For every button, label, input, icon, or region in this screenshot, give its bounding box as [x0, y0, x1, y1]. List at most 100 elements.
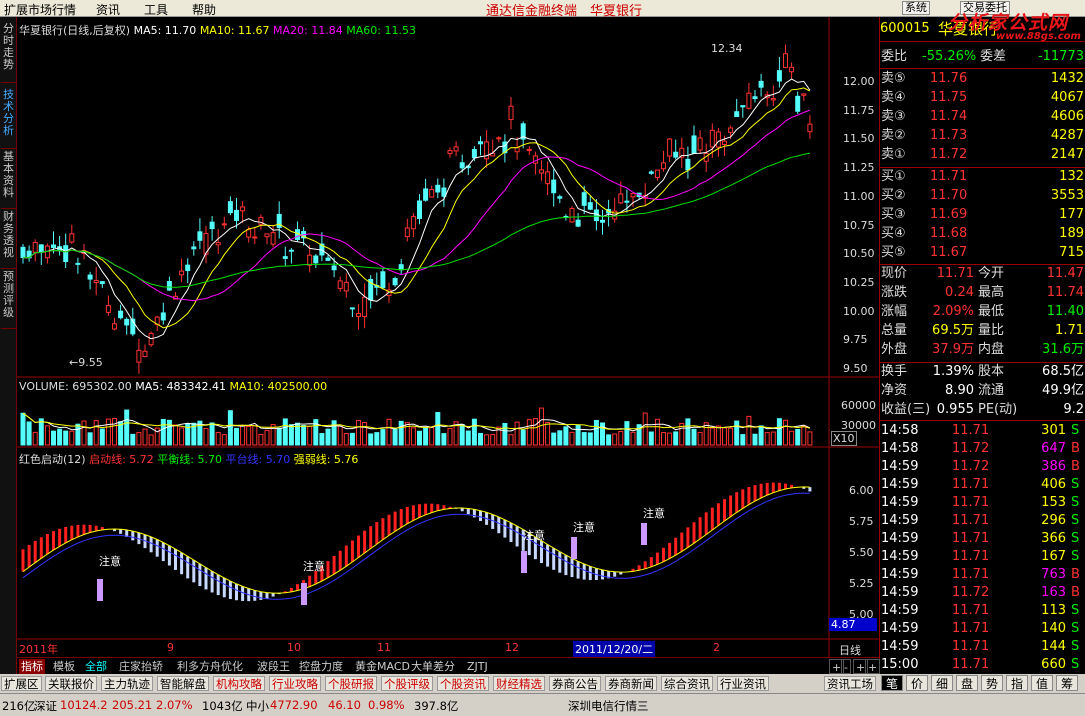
- tick-side: S: [1071, 495, 1080, 510]
- link-13[interactable]: 行业资讯: [717, 676, 769, 691]
- system-button[interactable]: 系统: [902, 1, 930, 15]
- zoom-button-1[interactable]: -: [841, 659, 851, 674]
- menu-news[interactable]: 资讯: [96, 1, 120, 18]
- tick-price: 11.72: [952, 585, 990, 600]
- status-sz-pct: 2.07%: [156, 698, 193, 712]
- period-label[interactable]: 日线: [839, 642, 861, 658]
- buy-label: 买③: [881, 207, 906, 222]
- buy-level-2[interactable]: 买② 11.70 3553: [880, 187, 1085, 205]
- buy-level-3[interactable]: 买③ 11.69 177: [880, 206, 1085, 224]
- sell-level-3[interactable]: 卖③ 11.74 4606: [880, 108, 1085, 126]
- right-tab-1[interactable]: 价: [906, 675, 928, 691]
- indicator-tab-8[interactable]: 大单差分: [409, 659, 457, 674]
- tick-price: 11.71: [952, 603, 990, 618]
- tick-volume: 163: [1041, 585, 1066, 600]
- tick-row[interactable]: 14:59 11.71 140 S: [880, 620, 1085, 638]
- sell-level-4[interactable]: 卖④ 11.75 4067: [880, 89, 1085, 107]
- right-tab-0[interactable]: 笔: [881, 675, 903, 691]
- right-tab-6[interactable]: 值: [1031, 675, 1053, 691]
- right-tab-2[interactable]: 细: [931, 675, 953, 691]
- status-sme-change: 46.10: [328, 698, 361, 712]
- link-11[interactable]: 券商新闻: [605, 676, 657, 691]
- buy-price: 11.69: [930, 207, 968, 222]
- tick-row[interactable]: 14:58 11.72 647 B: [880, 440, 1085, 458]
- sell-level-2[interactable]: 卖② 11.73 4287: [880, 127, 1085, 145]
- link-8[interactable]: 个股资讯: [437, 676, 489, 691]
- zoom-button-3[interactable]: +: [865, 659, 881, 674]
- tick-volume: 386: [1041, 459, 1066, 474]
- buy-level-5[interactable]: 买⑤ 11.67 715: [880, 244, 1085, 262]
- link-5[interactable]: 行业攻略: [269, 676, 321, 691]
- link-6[interactable]: 个股研报: [325, 676, 377, 691]
- tick-row[interactable]: 14:59 11.71 763 B: [880, 566, 1085, 584]
- sell-level-1[interactable]: 卖① 11.72 2147: [880, 146, 1085, 164]
- tick-time: 14:59: [881, 639, 919, 654]
- right-tab-4[interactable]: 势: [981, 675, 1003, 691]
- tick-row[interactable]: 15:00 11.71 660 S: [880, 656, 1085, 674]
- indicator-tab-2[interactable]: 全部: [83, 659, 109, 674]
- indicator-tab-1[interactable]: 模板: [51, 659, 77, 674]
- sell-price: 11.75: [930, 90, 968, 105]
- menu-tools[interactable]: 工具: [144, 1, 168, 18]
- tick-row[interactable]: 14:59 11.71 153 S: [880, 494, 1085, 512]
- link-12[interactable]: 综合资讯: [661, 676, 713, 691]
- status-sz-amount: 1043亿: [202, 699, 243, 713]
- link-9[interactable]: 财经精选: [493, 676, 545, 691]
- indicator-tab-4[interactable]: 利多方舟优化: [175, 659, 245, 674]
- link-7[interactable]: 个股评级: [381, 676, 433, 691]
- link-10[interactable]: 券商公告: [549, 676, 601, 691]
- link-0[interactable]: 扩展区: [1, 676, 42, 691]
- menu-help[interactable]: 帮助: [192, 1, 216, 18]
- sell-volume: 4287: [1050, 128, 1084, 143]
- sell-level-5[interactable]: 卖⑤ 11.76 1432: [880, 70, 1085, 88]
- tab-fundamentals[interactable]: 基本资料: [1, 149, 16, 209]
- tab-financials[interactable]: 财务透视: [1, 209, 16, 269]
- tab-technical[interactable]: 技术分析: [1, 87, 16, 149]
- tab-intraday[interactable]: 分时走势: [1, 21, 16, 83]
- indicator-tab-6[interactable]: 控盘力度: [297, 659, 345, 674]
- tab-rating[interactable]: 预测评级: [1, 269, 16, 329]
- kline-chart[interactable]: [17, 17, 879, 657]
- indicator-tick: 5.50: [849, 546, 874, 559]
- tick-row[interactable]: 14:59 11.71 144 S: [880, 638, 1085, 656]
- tick-row[interactable]: 14:59 11.72 386 B: [880, 458, 1085, 476]
- indicator-tick: 5.75: [849, 515, 874, 528]
- link-3[interactable]: 智能解盘: [157, 676, 209, 691]
- indicator-tab-9[interactable]: ZJTJ: [465, 659, 490, 674]
- link-info-factory[interactable]: 资讯工场: [824, 676, 876, 691]
- menu-extended-market[interactable]: 扩展市场行情: [4, 1, 76, 18]
- tick-row[interactable]: 14:59 11.71 296 S: [880, 512, 1085, 530]
- indicator-tab-5[interactable]: 波段王: [255, 659, 292, 674]
- tick-row[interactable]: 14:59 11.71 167 S: [880, 548, 1085, 566]
- tick-row[interactable]: 14:59 11.71 406 S: [880, 476, 1085, 494]
- note-label: 注意: [523, 529, 545, 542]
- indicator-tab-3[interactable]: 庄家抬轿: [117, 659, 165, 674]
- chart-area[interactable]: 华夏银行(日线,后复权) MA5: 11.70 MA10: 11.67 MA20…: [17, 17, 879, 657]
- tick-row[interactable]: 14:59 11.71 366 S: [880, 530, 1085, 548]
- x-tick: 2011年: [19, 643, 58, 656]
- buy-level-4[interactable]: 买④ 11.68 189: [880, 225, 1085, 243]
- tick-row[interactable]: 14:58 11.71 301 S: [880, 422, 1085, 440]
- tick-row[interactable]: 14:59 11.72 163 B: [880, 584, 1085, 602]
- indicator-tab-7[interactable]: 黄金MACD: [353, 659, 412, 674]
- tick-row[interactable]: 14:59 11.71 113 S: [880, 602, 1085, 620]
- buy-price: 11.67: [930, 245, 968, 260]
- link-4[interactable]: 机构攻略: [213, 676, 265, 691]
- link-1[interactable]: 关联报价: [45, 676, 97, 691]
- status-server[interactable]: 深圳电信行情三: [568, 698, 649, 714]
- tick-price: 11.72: [952, 441, 990, 456]
- buy-volume: 715: [1059, 245, 1084, 260]
- note-label: 注意: [303, 560, 325, 573]
- buy-level-1[interactable]: 买① 11.71 132: [880, 168, 1085, 186]
- high-price-label: 12.34: [711, 42, 743, 55]
- sell-volume: 4067: [1050, 90, 1084, 105]
- indicator-tick: 5.25: [849, 577, 874, 590]
- sell-volume: 2147: [1050, 147, 1084, 162]
- price-tick: 11.75: [843, 104, 875, 117]
- indicator-tab-0[interactable]: 指标: [19, 659, 45, 674]
- right-tab-5[interactable]: 指: [1006, 675, 1028, 691]
- stat-value: 11.71: [936, 266, 974, 281]
- link-2[interactable]: 主力轨迹: [101, 676, 153, 691]
- right-tab-7[interactable]: 筹: [1056, 675, 1078, 691]
- right-tab-3[interactable]: 盘: [956, 675, 978, 691]
